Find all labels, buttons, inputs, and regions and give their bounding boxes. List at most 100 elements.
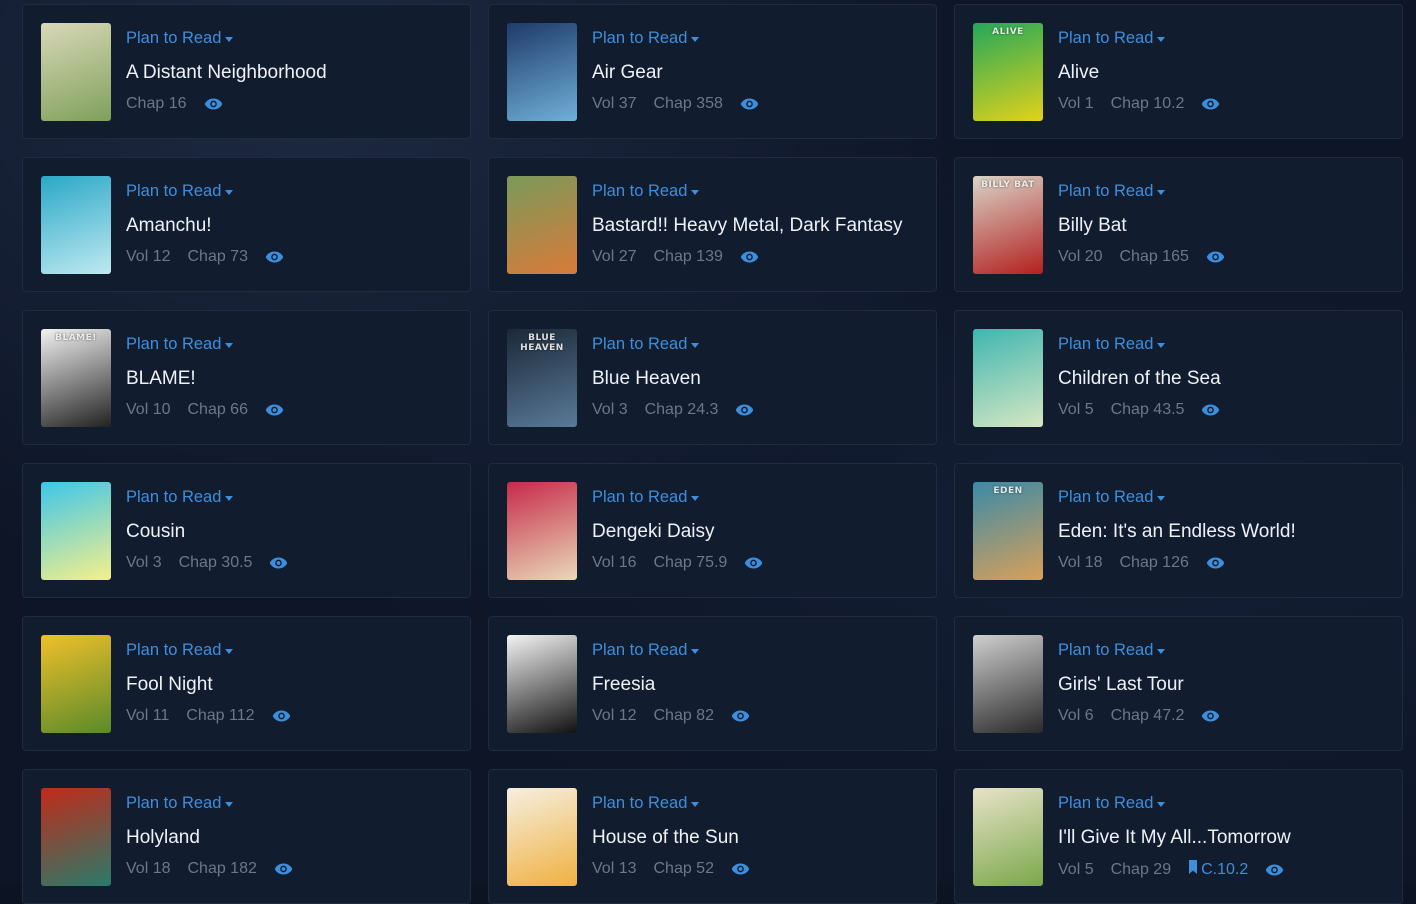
cover-image[interactable]: BLUE HEAVEN [507,329,577,427]
manga-card[interactable]: Plan to ReadA Distant NeighborhoodChap 1… [22,4,471,139]
eye-icon[interactable] [735,403,754,417]
bookmark-progress[interactable]: C.10.2 [1188,860,1248,879]
manga-card[interactable]: Plan to ReadFool NightVol 11Chap 112 [22,616,471,751]
manga-card[interactable]: BLAME!Plan to ReadBLAME!Vol 10Chap 66 [22,310,471,445]
eye-icon[interactable] [731,709,750,723]
manga-card[interactable]: BLUE HEAVENPlan to ReadBlue HeavenVol 3C… [488,310,937,445]
eye-icon[interactable] [272,709,291,723]
cover-image[interactable] [41,482,111,580]
manga-title[interactable]: Blue Heaven [592,368,922,390]
eye-icon[interactable] [740,250,759,264]
manga-card[interactable]: Plan to Read I'll Give It My All...Tomorr… [954,769,1403,904]
manga-title[interactable]: Alive [1058,62,1388,84]
manga-card[interactable]: Plan to Read House of the Sun Vol 13 Chap 5… [488,769,937,904]
volume-count: Vol 13 [592,860,636,878]
manga-title[interactable]: Children of the Sea [1058,368,1388,390]
cover-image[interactable] [41,635,111,733]
status-label: Plan to Read [126,488,221,507]
status-dropdown[interactable]: Plan to Read [1058,29,1165,48]
status-dropdown[interactable]: Plan to Read [592,794,699,813]
status-dropdown[interactable]: Plan to Read [126,641,233,660]
manga-title[interactable]: BLAME! [126,368,456,390]
manga-card[interactable]: Plan to ReadCousinVol 3Chap 30.5 [22,463,471,598]
cover-image[interactable] [41,23,111,121]
cover-image[interactable] [973,329,1043,427]
manga-card[interactable]: Plan to ReadChildren of the SeaVol 5Chap… [954,310,1403,445]
cover-image[interactable]: ALIVE [973,23,1043,121]
manga-card[interactable]: Plan to ReadAir GearVol 37Chap 358 [488,4,937,139]
manga-title[interactable]: House of the Sun [592,827,922,849]
eye-icon[interactable] [744,556,763,570]
cover-image[interactable] [507,482,577,580]
eye-icon[interactable] [1265,863,1284,877]
manga-title[interactable]: Holyland [126,827,456,849]
status-dropdown[interactable]: Plan to Read [126,29,233,48]
manga-card[interactable]: Plan to ReadDengeki DaisyVol 16Chap 75.9 [488,463,937,598]
eye-icon[interactable] [731,862,750,876]
manga-card[interactable]: Plan to Read Bastard!! Heavy Metal, Dark … [488,157,937,292]
cover-image[interactable] [507,176,577,274]
cover-image[interactable] [507,23,577,121]
manga-title[interactable]: Billy Bat [1058,215,1388,237]
eye-icon[interactable] [1201,403,1220,417]
manga-title[interactable]: Cousin [126,521,456,543]
manga-title[interactable]: I'll Give It My All...Tomorrow [1058,827,1388,849]
status-dropdown[interactable]: Plan to Read [592,488,699,507]
manga-card[interactable]: BILLY BATPlan to ReadBilly BatVol 20Chap… [954,157,1403,292]
status-dropdown[interactable]: Plan to Read [1058,335,1165,354]
manga-card[interactable]: ALIVEPlan to ReadAliveVol 1Chap 10.2 [954,4,1403,139]
eye-icon[interactable] [274,862,293,876]
caret-down-icon [1157,343,1165,348]
status-dropdown[interactable]: Plan to Read [1058,641,1165,660]
cover-image[interactable] [41,176,111,274]
status-dropdown[interactable]: Plan to Read [1058,488,1165,507]
status-dropdown[interactable]: Plan to Read [126,488,233,507]
status-dropdown[interactable]: Plan to Read [126,794,233,813]
manga-title[interactable]: Bastard!! Heavy Metal, Dark Fantasy [592,215,922,237]
eye-icon[interactable] [1206,250,1225,264]
cover-image[interactable] [973,635,1043,733]
eye-icon[interactable] [1201,97,1220,111]
status-dropdown[interactable]: Plan to Read [1058,182,1165,201]
status-dropdown[interactable]: Plan to Read [126,182,233,201]
cover-lettering: BILLY BAT [973,180,1043,190]
manga-title[interactable]: Dengeki Daisy [592,521,922,543]
manga-title[interactable]: Girls' Last Tour [1058,674,1388,696]
volume-count: Vol 1 [1058,95,1094,113]
cover-image[interactable]: BLAME! [41,329,111,427]
manga-card[interactable]: Plan to ReadFreesiaVol 12Chap 82 [488,616,937,751]
status-dropdown[interactable]: Plan to Read [592,29,699,48]
manga-card[interactable]: Plan to ReadHolylandVol 18Chap 182 [22,769,471,904]
status-dropdown[interactable]: Plan to Read [592,335,699,354]
manga-title[interactable]: A Distant Neighborhood [126,62,456,84]
manga-title[interactable]: Air Gear [592,62,922,84]
cover-image[interactable] [973,788,1043,886]
manga-title[interactable]: Freesia [592,674,922,696]
eye-icon[interactable] [265,403,284,417]
eye-icon[interactable] [740,97,759,111]
chapter-count: Chap 29 [1111,861,1172,879]
eye-icon[interactable] [1201,709,1220,723]
manga-title[interactable]: Eden: It's an Endless World! [1058,521,1388,543]
library-grid: Plan to ReadA Distant NeighborhoodChap 1… [22,4,1403,904]
manga-card[interactable]: EDEN Plan to Read Eden: It's an Endless Wo… [954,463,1403,598]
cover-image[interactable]: BILLY BAT [973,176,1043,274]
cover-image[interactable] [507,635,577,733]
eye-icon[interactable] [204,97,223,111]
cover-image[interactable] [507,788,577,886]
status-dropdown[interactable]: Plan to Read [1058,794,1165,813]
manga-card[interactable]: Plan to ReadGirls' Last TourVol 6Chap 47… [954,616,1403,751]
cover-image[interactable] [41,788,111,886]
status-dropdown[interactable]: Plan to Read [592,182,699,201]
eye-icon[interactable] [1206,556,1225,570]
eye-icon[interactable] [269,556,288,570]
manga-title[interactable]: Amanchu! [126,215,456,237]
eye-icon[interactable] [265,250,284,264]
cover-image[interactable]: EDEN [973,482,1043,580]
status-dropdown[interactable]: Plan to Read [126,335,233,354]
manga-title[interactable]: Fool Night [126,674,456,696]
manga-card[interactable]: Plan to ReadAmanchu!Vol 12Chap 73 [22,157,471,292]
chapter-count: Chap 52 [653,860,714,878]
caret-down-icon [1157,37,1165,42]
status-dropdown[interactable]: Plan to Read [592,641,699,660]
